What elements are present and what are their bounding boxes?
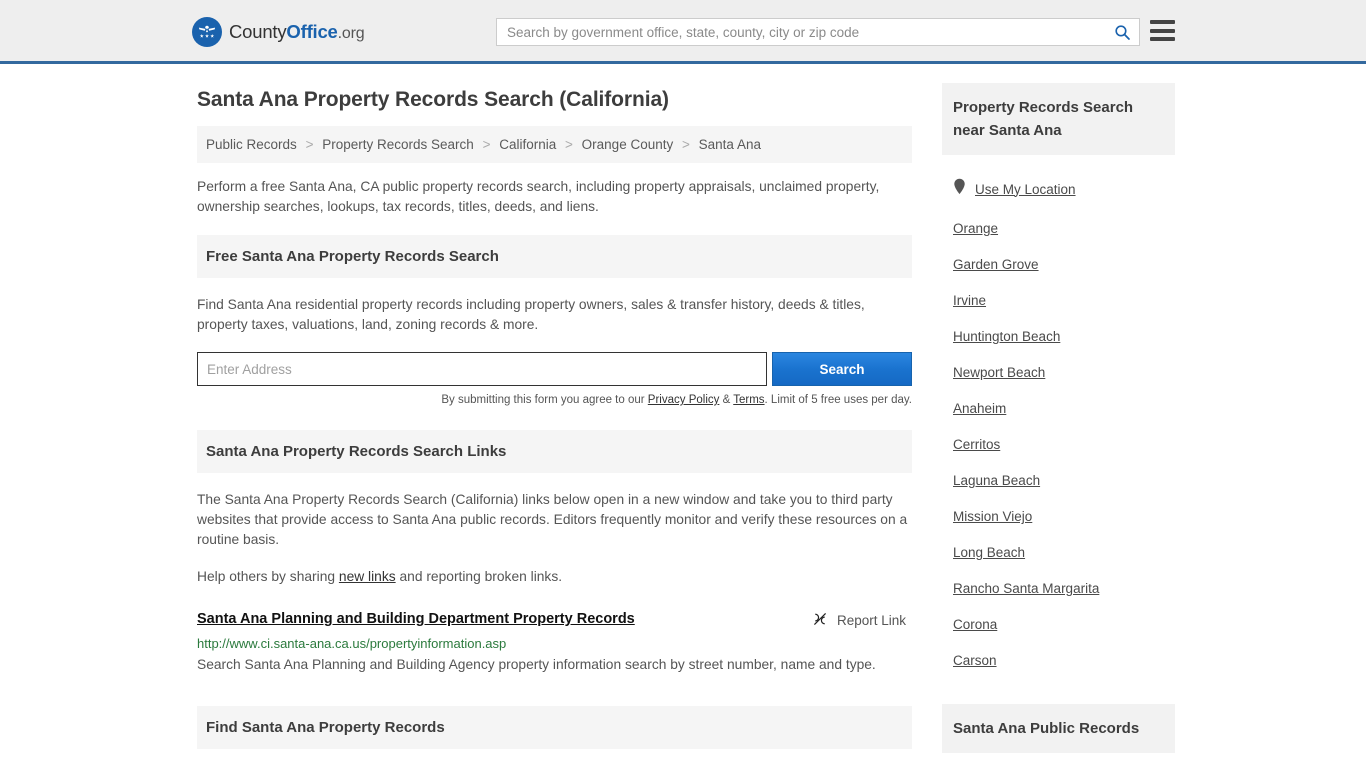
links-section-description: The Santa Ana Property Records Search (C… (197, 492, 908, 547)
breadcrumb-item-public-records[interactable]: Public Records (206, 137, 297, 152)
disclaimer-prefix: By submitting this form you agree to our (441, 394, 648, 406)
hamburger-menu-icon[interactable] (1150, 20, 1175, 41)
sidebar-city-carson[interactable]: Carson (953, 653, 1164, 668)
result-header-row: Santa Ana Planning and Building Departme… (197, 611, 912, 630)
form-disclaimer: By submitting this form you agree to our… (197, 394, 912, 406)
hamburger-bar (1150, 28, 1175, 33)
address-input[interactable] (197, 352, 767, 386)
breadcrumb-item-santa-ana: Santa Ana (698, 137, 761, 152)
map-pin-icon (953, 178, 966, 200)
main-content: Santa Ana Property Records Search (Calif… (191, 64, 912, 768)
free-search-description: Find Santa Ana residential property reco… (197, 297, 865, 332)
breadcrumb-item-orange-county[interactable]: Orange County (582, 137, 674, 152)
sidebar-city-rancho-santa-margarita[interactable]: Rancho Santa Margarita (953, 581, 1164, 596)
privacy-policy-link[interactable]: Privacy Policy (648, 394, 720, 406)
breadcrumb-item-property-records-search[interactable]: Property Records Search (322, 137, 474, 152)
breadcrumb-separator: > (682, 137, 690, 152)
sidebar-city-corona[interactable]: Corona (953, 617, 1164, 632)
sidebar: Property Records Search near Santa Ana U… (942, 64, 1175, 768)
address-search-form: Search (197, 352, 912, 386)
terms-link[interactable]: Terms (733, 394, 764, 406)
search-input[interactable] (497, 19, 1105, 45)
logo-text-office: Office (286, 21, 338, 42)
site-logo[interactable]: CountyOffice.org (192, 17, 365, 47)
help-suffix: and reporting broken links. (395, 569, 563, 584)
breadcrumb: Public Records > Property Records Search… (197, 126, 912, 163)
sidebar-city-anaheim[interactable]: Anaheim (953, 401, 1164, 416)
eagle-seal-icon (192, 17, 222, 47)
result-item: Santa Ana Planning and Building Departme… (197, 611, 912, 677)
help-others-line: Help others by sharing new links and rep… (197, 567, 912, 587)
hamburger-bar (1150, 20, 1175, 24)
breadcrumb-separator: > (305, 137, 314, 152)
section-heading-find-records: Find Santa Ana Property Records (197, 706, 912, 749)
sidebar-city-irvine[interactable]: Irvine (953, 293, 1164, 308)
breadcrumb-item-california[interactable]: California (499, 137, 556, 152)
hamburger-bar (1150, 37, 1175, 41)
result-title-link[interactable]: Santa Ana Planning and Building Departme… (197, 611, 635, 627)
sidebar-city-huntington-beach[interactable]: Huntington Beach (953, 329, 1164, 344)
page-body: Santa Ana Property Records Search (Calif… (0, 64, 1366, 768)
sidebar-links: Use My Location Orange Garden Grove Irvi… (942, 178, 1175, 668)
disclaimer-suffix: . Limit of 5 free uses per day. (764, 394, 912, 406)
page-title: Santa Ana Property Records Search (Calif… (197, 88, 669, 111)
report-link-label: Report Link (836, 613, 906, 628)
breadcrumb-separator: > (482, 137, 491, 152)
use-my-location-link[interactable]: Use My Location (975, 182, 1076, 197)
disclaimer-amp: & (719, 394, 734, 406)
help-prefix: Help others by sharing (197, 569, 339, 584)
sidebar-city-long-beach[interactable]: Long Beach (953, 545, 1164, 560)
sidebar-city-garden-grove[interactable]: Garden Grove (953, 257, 1164, 272)
sidebar-city-laguna-beach[interactable]: Laguna Beach (953, 473, 1164, 488)
logo-text-tld: .org (337, 25, 365, 42)
new-links-link[interactable]: new links (339, 569, 396, 584)
search-button[interactable]: Search (771, 352, 912, 386)
search-icon[interactable] (1105, 19, 1139, 45)
global-search-box (496, 18, 1140, 46)
use-my-location-row[interactable]: Use My Location (953, 178, 1164, 200)
logo-text: CountyOffice.org (229, 21, 365, 43)
result-description: Search Santa Ana Planning and Building A… (197, 657, 876, 672)
sidebar-heading-nearby: Property Records Search near Santa Ana (942, 83, 1175, 155)
sidebar-city-newport-beach[interactable]: Newport Beach (953, 365, 1164, 380)
site-header: CountyOffice.org (0, 0, 1366, 64)
sidebar-city-cerritos[interactable]: Cerritos (953, 437, 1164, 452)
report-link-button[interactable]: Report Link (812, 611, 912, 630)
intro-paragraph: Perform a free Santa Ana, CA public prop… (197, 179, 880, 214)
sidebar-city-mission-viejo[interactable]: Mission Viejo (953, 509, 1164, 524)
section-heading-free-search: Free Santa Ana Property Records Search (197, 235, 912, 278)
result-url: http://www.ci.santa-ana.ca.us/propertyin… (197, 636, 507, 651)
section-heading-search-links: Santa Ana Property Records Search Links (197, 430, 912, 473)
sidebar-city-orange[interactable]: Orange (953, 221, 1164, 236)
logo-text-county: County (229, 21, 287, 42)
sidebar-heading-public-records: Santa Ana Public Records (942, 704, 1175, 753)
broken-link-icon (812, 611, 828, 630)
breadcrumb-separator: > (565, 137, 573, 152)
